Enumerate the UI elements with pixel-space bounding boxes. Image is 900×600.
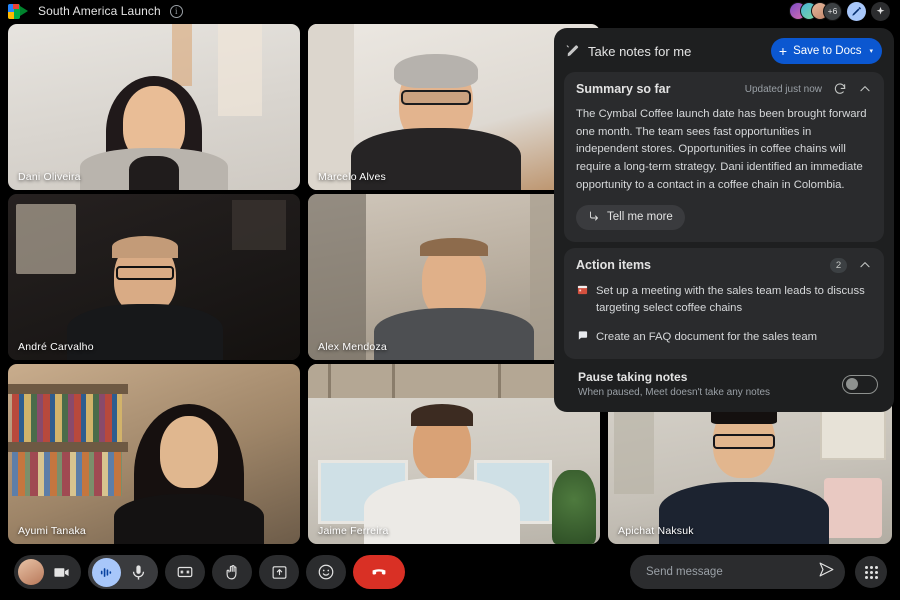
meeting-title: South America Launch	[38, 4, 161, 18]
camera-control-group[interactable]	[14, 555, 81, 589]
tell-me-more-label: Tell me more	[607, 211, 673, 224]
participant-overflow-badge[interactable]: +6	[823, 1, 842, 21]
pause-taking-notes-toggle[interactable]	[842, 374, 878, 394]
arrow-turn-down-right-icon	[588, 210, 600, 225]
end-call-button[interactable]	[353, 555, 405, 589]
take-notes-panel: Take notes for me + Save to Docs ▾ Summa…	[554, 28, 894, 413]
participant-avatar-stack[interactable]: +6	[789, 1, 842, 21]
self-avatar[interactable]	[18, 559, 44, 585]
summary-header: Summary so far Updated just now	[564, 72, 884, 100]
list-item[interactable]: Create an FAQ document for the sales tea…	[576, 329, 872, 346]
pause-taking-notes-label: Pause taking notes	[578, 370, 688, 385]
send-message-input[interactable]	[646, 566, 818, 578]
chevron-up-icon[interactable]	[858, 258, 872, 272]
message-box[interactable]	[630, 555, 845, 589]
participant-name: André Carvalho	[18, 341, 94, 353]
panel-title: Take notes for me	[588, 43, 692, 59]
top-bar-actions: +6	[789, 1, 892, 21]
video-tile[interactable]: André Carvalho	[8, 194, 300, 360]
participant-name: Jaime Ferreira	[318, 525, 389, 537]
summary-updated-text: Updated just now	[744, 83, 822, 95]
audio-waveform-icon[interactable]	[92, 557, 121, 587]
summary-title: Summary so far	[576, 82, 671, 96]
top-bar: South America Launch i +6	[0, 0, 900, 22]
microphone-control-group[interactable]	[88, 555, 158, 589]
take-notes-pen-icon	[566, 44, 580, 58]
chevron-down-icon[interactable]: ▾	[869, 47, 873, 55]
summary-body: The Cymbal Coffee launch date has been b…	[576, 108, 867, 191]
camera-icon[interactable]	[47, 557, 75, 587]
summary-card: Summary so far Updated just now The Cymb…	[564, 72, 884, 242]
action-items-title: Action items	[576, 258, 652, 273]
chat-bubble-icon	[576, 330, 589, 346]
tell-me-more-button[interactable]: Tell me more	[576, 204, 685, 230]
pause-taking-notes-row[interactable]: Pause taking notes When paused, Meet doe…	[564, 359, 884, 402]
participant-name: Dani Oliveira	[18, 171, 81, 183]
message-area	[630, 555, 887, 589]
visual-effects-icon[interactable]	[847, 1, 866, 21]
send-icon[interactable]	[818, 561, 835, 583]
video-tile[interactable]: Ayumi Tanaka	[8, 364, 300, 544]
action-items-header: Action items 2	[564, 248, 884, 277]
video-tile[interactable]: Dani Oliveira	[8, 24, 300, 190]
chevron-up-icon[interactable]	[858, 82, 872, 96]
plus-icon: +	[778, 43, 788, 59]
google-meet-window: South America Launch i +6 Dani Oliveira …	[0, 0, 900, 600]
apps-grid-icon[interactable]	[855, 556, 887, 588]
info-icon[interactable]: i	[169, 4, 183, 18]
participant-name: Ayumi Tanaka	[18, 525, 86, 537]
pause-taking-notes-description: When paused, Meet doesn't take any notes	[578, 387, 771, 399]
action-items-count-badge: 2	[830, 257, 847, 273]
call-controls	[14, 555, 405, 589]
save-to-docs-button[interactable]: + Save to Docs ▾	[770, 38, 882, 64]
bottom-bar	[0, 544, 900, 600]
calendar-icon	[576, 284, 589, 317]
google-meet-icon	[8, 3, 28, 19]
participant-name: Alex Mendoza	[318, 341, 387, 353]
raise-hand-icon[interactable]	[212, 555, 252, 589]
refresh-icon[interactable]	[833, 82, 847, 96]
gemini-sparkle-icon[interactable]	[871, 1, 890, 21]
action-item-text: Set up a meeting with the sales team lea…	[596, 284, 865, 314]
action-items-list: Set up a meeting with the sales team lea…	[564, 277, 884, 360]
list-item[interactable]: Set up a meeting with the sales team lea…	[576, 283, 872, 317]
participant-name: Apichat Naksuk	[618, 525, 694, 537]
action-items-card: Action items 2 Set up a meeting with the…	[564, 247, 884, 360]
action-item-text: Create an FAQ document for the sales tea…	[596, 330, 818, 343]
present-screen-icon[interactable]	[259, 555, 299, 589]
closed-captions-icon[interactable]	[165, 555, 205, 589]
panel-header: Take notes for me + Save to Docs ▾	[564, 36, 884, 66]
participant-name: Marcelo Alves	[318, 171, 386, 183]
microphone-icon[interactable]	[124, 557, 152, 587]
save-to-docs-label: Save to Docs	[793, 45, 862, 57]
emoji-reaction-icon[interactable]	[306, 555, 346, 589]
